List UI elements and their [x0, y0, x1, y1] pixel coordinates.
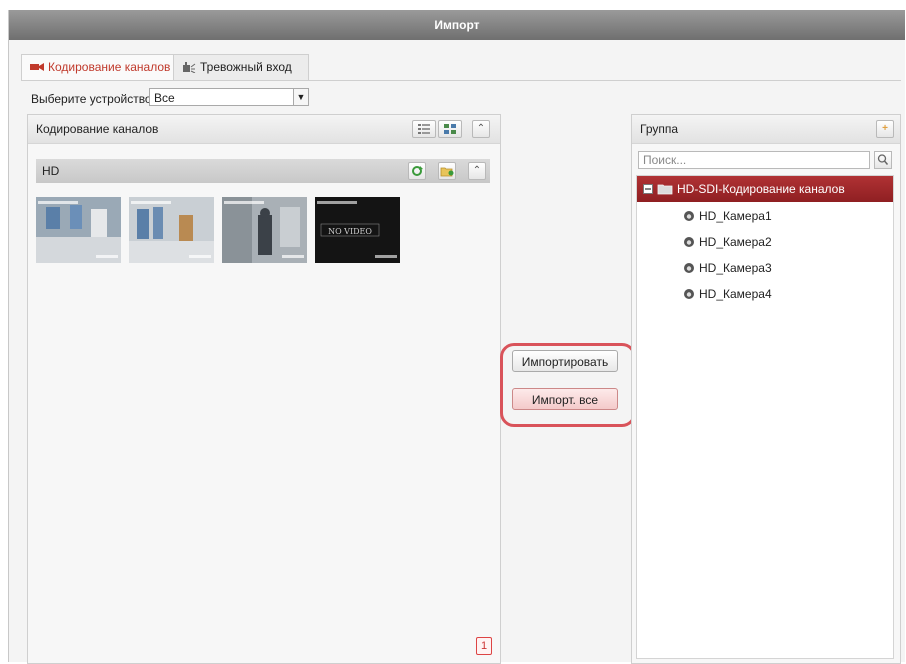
highlight-ring	[500, 343, 636, 427]
list-view-icon	[418, 124, 430, 134]
page-number-button[interactable]: 1	[476, 637, 492, 655]
camera-preview-1	[36, 197, 121, 263]
group-panel-title: Группа	[640, 122, 679, 136]
tree-root-item[interactable]: HD-SDI-Кодирование каналов	[637, 176, 893, 202]
list-view-button[interactable]	[412, 120, 436, 138]
search-icon	[877, 154, 889, 165]
chevron-down-icon[interactable]: ▼	[293, 89, 308, 105]
group-panel: Группа + Поиск... HD-SDI-Кодирование кан…	[631, 114, 901, 664]
camera-icon	[30, 63, 44, 71]
import-window: Импорт Кодирование каналов Тревожный вхо…	[8, 10, 905, 664]
tree-item-label: HD_Камера3	[699, 261, 772, 275]
channels-panel-title: Кодирование каналов	[36, 122, 159, 136]
device-select[interactable]: Все ▼	[149, 88, 309, 106]
tab-channel-encoding[interactable]: Кодирование каналов	[21, 54, 187, 81]
tab-divider	[21, 80, 901, 81]
channel-thumbnail-4[interactable]: NO VIDEO	[315, 197, 400, 263]
folder-icon	[657, 184, 673, 195]
tree-item-label: HD_Камера2	[699, 235, 772, 249]
add-group-button[interactable]	[438, 162, 456, 180]
thumbnail-view-button[interactable]	[438, 120, 462, 138]
window-title: Импорт	[9, 10, 905, 40]
channel-thumbnail-3[interactable]	[222, 197, 307, 263]
group-panel-header: Группа +	[632, 115, 900, 144]
channel-thumbnail-2[interactable]	[129, 197, 214, 263]
search-placeholder: Поиск...	[643, 153, 687, 167]
double-chevron-up-icon: ⌃	[472, 165, 482, 176]
dome-camera-icon	[684, 263, 694, 273]
refresh-icon	[412, 166, 423, 176]
group-tree: HD-SDI-Кодирование каналов HD_Камера1 HD…	[636, 175, 894, 659]
tab-label: Тревожный вход	[200, 60, 292, 74]
search-button[interactable]	[874, 151, 892, 169]
dome-camera-icon	[684, 289, 694, 299]
device-select-label: Выберите устройство	[31, 92, 152, 106]
tree-item-label: HD_Камера1	[699, 209, 772, 223]
dome-camera-icon	[684, 237, 694, 247]
dome-camera-icon	[684, 211, 694, 221]
camera-preview-2	[129, 197, 214, 263]
tab-label: Кодирование каналов	[48, 60, 171, 74]
collapse-panel-button[interactable]: ⌃	[472, 120, 490, 138]
collapse-group-button[interactable]: ⌃	[468, 162, 486, 180]
tree-item-label: HD_Камера4	[699, 287, 772, 301]
camera-preview-4: NO VIDEO	[315, 197, 400, 263]
folder-add-icon	[440, 167, 454, 177]
no-video-caption: NO VIDEO	[328, 227, 372, 236]
plus-icon: +	[882, 123, 888, 134]
tree-root-label: HD-SDI-Кодирование каналов	[677, 182, 845, 196]
refresh-group-button[interactable]	[408, 162, 426, 180]
channel-group-header: HD ⌃	[36, 159, 490, 183]
channel-thumbnail-1[interactable]	[36, 197, 121, 263]
channels-panel: Кодирование каналов ⌃ HD ⌃ NO VIDEO 1	[27, 114, 501, 664]
tab-alarm-input[interactable]: Тревожный вход	[173, 54, 309, 80]
add-group-item-button[interactable]: +	[876, 120, 894, 138]
camera-preview-3	[222, 197, 307, 263]
device-select-value: Все	[154, 91, 175, 105]
channel-group-name: HD	[42, 164, 60, 178]
collapse-minus-icon[interactable]	[643, 184, 653, 194]
thumbnail-view-icon	[444, 124, 456, 134]
channels-panel-header: Кодирование каналов ⌃	[28, 115, 500, 144]
group-search-input[interactable]: Поиск...	[638, 151, 870, 169]
double-chevron-up-icon: ⌃	[476, 123, 486, 134]
alarm-input-icon	[183, 62, 196, 74]
